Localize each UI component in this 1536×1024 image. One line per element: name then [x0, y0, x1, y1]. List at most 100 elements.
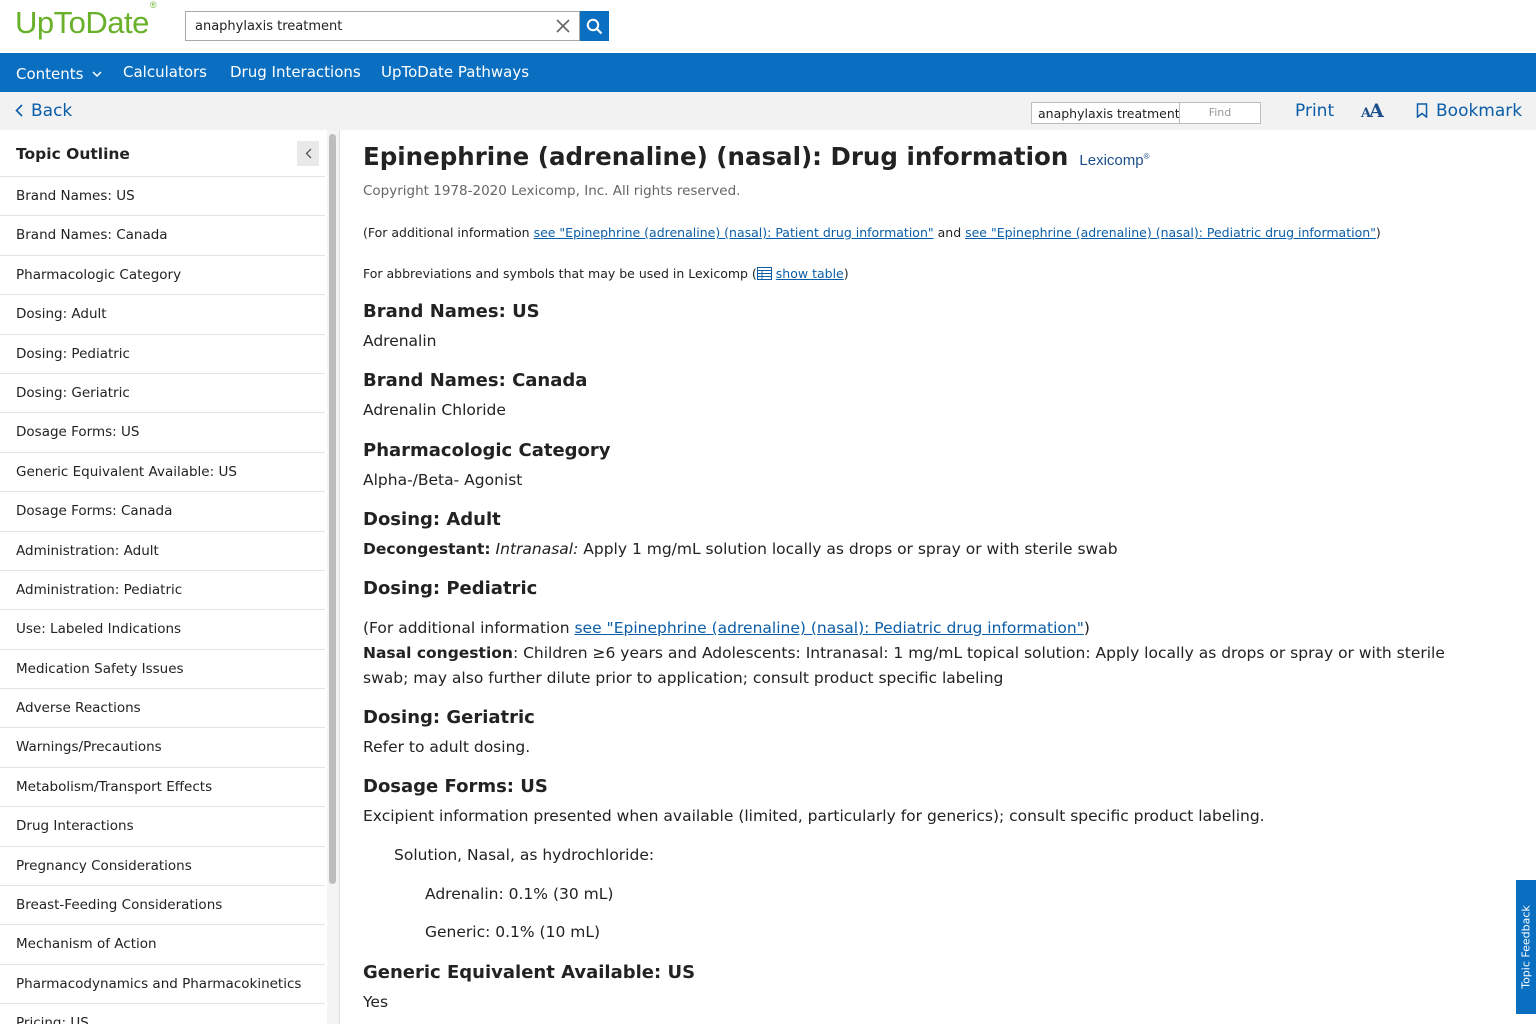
- outline-item-pharmacologic-category[interactable]: Pharmacologic Category: [0, 254, 325, 294]
- additional-info-line: (For additional information see "Epineph…: [363, 225, 1381, 240]
- nav-calculators[interactable]: Calculators: [123, 53, 207, 92]
- nav-drug-interactions[interactable]: Drug Interactions: [230, 53, 361, 92]
- back-label: Back: [31, 101, 73, 121]
- dosage-form-subheading: Solution, Nasal, as hydrochloride:: [394, 846, 655, 864]
- bookmark-icon: [1416, 103, 1428, 119]
- topic-outline-sidebar: Topic Outline Brand Names: US Brand Name…: [0, 130, 340, 1024]
- patient-info-link[interactable]: see "Epinephrine (adrenaline) (nasal): P…: [534, 225, 934, 240]
- nav-contents[interactable]: Contents: [16, 53, 103, 92]
- brand-names-canada-text: Adrenalin Chloride: [363, 401, 506, 419]
- bookmark-button[interactable]: Bookmark: [1416, 92, 1522, 130]
- lexicomp-logo: Lexicomp®: [1079, 152, 1149, 169]
- outline-item-brand-names-us[interactable]: Brand Names: US: [0, 176, 325, 215]
- print-button[interactable]: Print: [1295, 92, 1334, 130]
- outline-list: Brand Names: US Brand Names: Canada Phar…: [0, 176, 325, 1024]
- outline-item-brand-names-canada[interactable]: Brand Names: Canada: [0, 215, 325, 254]
- outline-item-medication-safety[interactable]: Medication Safety Issues: [0, 648, 325, 688]
- uptodate-logo[interactable]: UpToDate®: [15, 0, 157, 41]
- section-heading-pharmacologic-category: Pharmacologic Category: [363, 440, 611, 461]
- pediatric-info-link[interactable]: see "Epinephrine (adrenaline) (nasal): P…: [965, 225, 1376, 240]
- topic-content: Epinephrine (adrenaline) (nasal): Drug i…: [363, 130, 1513, 1024]
- logo-registered-mark: ®: [149, 0, 157, 10]
- close-paren: ): [1375, 225, 1381, 240]
- pediatric-drug-info-link[interactable]: see "Epinephrine (adrenaline) (nasal): P…: [574, 619, 1083, 637]
- abbreviations-close-paren: ): [843, 266, 849, 281]
- adult-dose-text: Apply 1 mg/mL solution locally as drops …: [578, 540, 1118, 558]
- font-size-large-icon: A: [1369, 100, 1384, 122]
- abbreviations-line: For abbreviations and symbols that may b…: [363, 266, 849, 283]
- outline-item-pricing-us[interactable]: Pricing: US: [0, 1003, 325, 1024]
- topic-outline-title: Topic Outline: [16, 145, 130, 163]
- dosage-form-item: Adrenalin: 0.1% (30 mL): [425, 885, 614, 903]
- outline-item-mechanism-of-action[interactable]: Mechanism of Action: [0, 924, 325, 963]
- outline-item-adverse-reactions[interactable]: Adverse Reactions: [0, 688, 325, 727]
- find-input[interactable]: [1032, 103, 1180, 123]
- nav-uptodate-pathways[interactable]: UpToDate Pathways: [381, 53, 529, 92]
- section-heading-brand-names-us: Brand Names: US: [363, 301, 540, 322]
- outline-item-generic-equivalent[interactable]: Generic Equivalent Available: US: [0, 451, 325, 491]
- section-heading-brand-names-canada: Brand Names: Canada: [363, 370, 588, 391]
- pediatric-close-paren: ): [1083, 619, 1090, 637]
- outline-item-administration-adult[interactable]: Administration: Adult: [0, 530, 325, 570]
- outline-item-labeled-indications[interactable]: Use: Labeled Indications: [0, 609, 325, 648]
- section-heading-dosing-pediatric: Dosing: Pediatric: [363, 578, 538, 599]
- brand-names-us-text: Adrenalin: [363, 332, 437, 350]
- search-button[interactable]: [580, 11, 609, 41]
- chevron-left-icon: [15, 104, 23, 117]
- outline-scrollbar-thumb[interactable]: [329, 134, 336, 884]
- outline-item-dosing-geriatric[interactable]: Dosing: Geriatric: [0, 372, 325, 412]
- topic-title-row: Epinephrine (adrenaline) (nasal): Drug i…: [363, 142, 1150, 171]
- outline-item-drug-interactions[interactable]: Drug Interactions: [0, 806, 325, 845]
- outline-item-metabolism-transport[interactable]: Metabolism/Transport Effects: [0, 766, 325, 806]
- find-in-page: Find: [1031, 102, 1261, 124]
- adult-indication-label: Decongestant:: [363, 540, 491, 558]
- pharmacologic-category-text: Alpha-/Beta- Agonist: [363, 471, 523, 489]
- search-icon: [586, 18, 603, 34]
- chevron-left-icon: [305, 148, 311, 159]
- and-text: and: [933, 225, 966, 240]
- chevron-down-icon: [92, 53, 103, 92]
- search-box: [185, 11, 580, 41]
- abbreviations-prefix: For abbreviations and symbols that may b…: [363, 266, 757, 281]
- lexicomp-mark: ®: [1143, 152, 1150, 161]
- dosage-form-item: Generic: 0.1% (10 mL): [425, 923, 601, 941]
- pediatric-indication-label: Nasal congestion: [363, 644, 513, 662]
- pediatric-prefix: (For additional information: [363, 619, 575, 637]
- dosing-geriatric-text: Refer to adult dosing.: [363, 738, 531, 756]
- section-heading-dosage-forms-us: Dosage Forms: US: [363, 776, 548, 797]
- section-heading-dosing-geriatric: Dosing: Geriatric: [363, 707, 535, 728]
- table-icon[interactable]: [756, 267, 772, 283]
- logo-text: UpToDate: [15, 5, 149, 40]
- outline-item-dosing-pediatric[interactable]: Dosing: Pediatric: [0, 333, 325, 373]
- pediatric-additional-info: (For additional information see "Epineph…: [363, 619, 1090, 637]
- additional-info-prefix: (For additional information: [363, 225, 534, 240]
- dosing-pediatric-text: Nasal congestion: Children ≥6 years and …: [363, 641, 1473, 691]
- outline-item-breast-feeding[interactable]: Breast-Feeding Considerations: [0, 885, 325, 924]
- collapse-outline-button[interactable]: [297, 141, 319, 166]
- outline-item-warnings-precautions[interactable]: Warnings/Precautions: [0, 727, 325, 766]
- copyright-text: Copyright 1978-2020 Lexicomp, Inc. All r…: [363, 183, 741, 199]
- dosage-forms-us-text: Excipient information presented when ava…: [363, 807, 1265, 825]
- app-header: UpToDate®: [0, 0, 1536, 53]
- outline-item-pregnancy[interactable]: Pregnancy Considerations: [0, 845, 325, 885]
- section-heading-generic-equivalent: Generic Equivalent Available: US: [363, 962, 696, 983]
- outline-scrollbar[interactable]: [327, 130, 339, 1024]
- page-title: Epinephrine (adrenaline) (nasal): Drug i…: [363, 142, 1069, 171]
- topic-feedback-tab[interactable]: Topic Feedback: [1516, 880, 1536, 1014]
- section-heading-dosing-adult: Dosing: Adult: [363, 509, 501, 530]
- back-link[interactable]: Back: [15, 92, 72, 130]
- clear-search-icon[interactable]: [555, 18, 571, 34]
- topic-feedback-label: Topic Feedback: [1519, 905, 1533, 989]
- outline-item-administration-pediatric[interactable]: Administration: Pediatric: [0, 569, 325, 609]
- outline-item-pharmacodynamics[interactable]: Pharmacodynamics and Pharmacokinetics: [0, 963, 325, 1003]
- outline-item-dosing-adult[interactable]: Dosing: Adult: [0, 294, 325, 333]
- outline-item-dosage-forms-canada[interactable]: Dosage Forms: Canada: [0, 491, 325, 530]
- show-table-link[interactable]: show table: [776, 266, 844, 281]
- font-size-button[interactable]: AA: [1361, 92, 1384, 130]
- outline-item-dosage-forms-us[interactable]: Dosage Forms: US: [0, 412, 325, 451]
- main-nav: Contents Calculators Drug Interactions U…: [0, 53, 1536, 92]
- adult-route: Intranasal:: [495, 540, 579, 558]
- search-input[interactable]: [195, 12, 545, 40]
- dosing-adult-text: Decongestant: Intranasal: Apply 1 mg/mL …: [363, 540, 1118, 558]
- find-button[interactable]: Find: [1180, 103, 1260, 123]
